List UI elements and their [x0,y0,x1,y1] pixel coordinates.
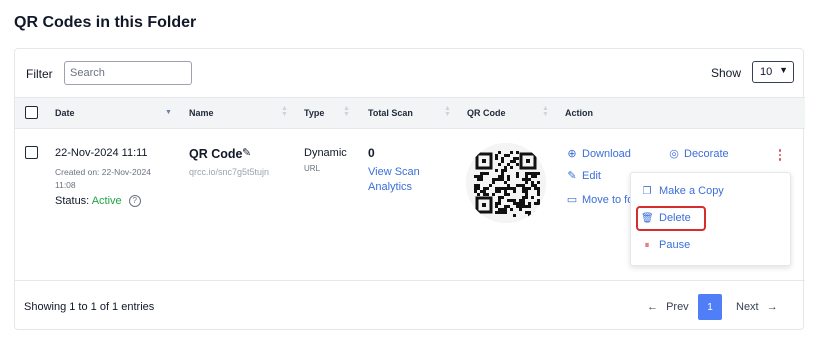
page-1-button[interactable]: 1 [698,294,722,320]
pencil-icon: ✎ [567,170,577,182]
menu-item-delete[interactable]: 🗑 Delete [641,212,691,224]
pause-label: Pause [659,239,691,251]
view-analytics-line2[interactable]: Analytics [368,180,420,195]
row-checkbox[interactable] [25,146,38,159]
row-created-time: 11:08 [55,180,76,190]
download-icon: ⊕ [567,148,577,160]
help-icon[interactable]: ? [128,195,141,207]
column-name[interactable]: Name [189,108,214,118]
page-size-value: 10 [760,66,773,78]
total-scan-value: 0 [368,146,375,160]
view-scan-analytics-link[interactable]: View Scan Analytics [368,165,420,195]
sort-qr-code-icon[interactable]: ▲ ▼ [542,105,549,118]
more-options-menu: ❐ Make a Copy 🗑 Delete ⏸ Pause [630,172,791,266]
make-copy-label: Make a Copy [659,185,724,197]
view-analytics-line1[interactable]: View Scan [368,165,420,180]
menu-item-pause[interactable]: ⏸ Pause [641,239,691,251]
column-total-scan[interactable]: Total Scan [368,108,413,118]
more-options-icon[interactable] [777,149,783,163]
folder-move-icon: ▭ [566,194,578,206]
show-label: Show [711,66,742,80]
next-page-button[interactable]: Next → [736,301,778,313]
arrow-left-icon: ← [647,301,658,313]
qr-short-url: qrcc.io/snc7g5t5tujn [189,167,270,177]
qr-table-card: Filter Show 10 ▼ Date ▼ Name ▲▼ Type ▲▼ … [14,48,805,330]
column-action: Action [565,108,593,118]
column-date[interactable]: Date [55,108,75,118]
table-header: Date ▼ Name ▲ ▼ Type ▲ ▼ Total Scan ▲ ▼ QR … [15,97,805,129]
column-qr-code[interactable]: QR Code [467,108,506,118]
status-badge: Active [91,195,122,207]
next-label: Next [736,301,759,313]
status-label: Status: [55,195,90,207]
copy-icon: ❐ [642,185,652,197]
edit-button[interactable]: ✎ Edit [565,169,601,183]
row-date: 22-Nov-2024 11:11 [55,147,148,159]
download-button[interactable]: ⊕ Download [565,147,631,161]
filter-label: Filter [26,67,53,81]
prev-label: Prev [666,301,689,313]
trash-icon: 🗑 [641,212,654,224]
prev-page-button[interactable]: ← Prev [647,301,689,313]
sort-total-scan-icon[interactable]: ▲ ▼ [444,105,451,118]
page-size-select[interactable]: 10 ▼ [752,61,794,83]
download-label: Download [582,147,631,160]
decorate-button[interactable]: ◎ Decorate [667,147,729,161]
pause-icon: ⏸ [644,239,650,251]
search-input[interactable] [64,61,192,85]
edit-label: Edit [582,169,601,182]
row-created-on: Created on: 22-Nov-2024 [55,167,151,177]
sort-type-icon[interactable]: ▲ ▼ [343,105,350,118]
palette-icon: ◎ [669,148,679,160]
sort-date-icon[interactable]: ▼ [165,106,172,116]
menu-item-make-copy[interactable]: ❐ Make a Copy [641,185,724,197]
qr-type: Dynamic [304,147,347,159]
edit-name-icon[interactable]: ✎ [242,146,251,159]
page-title: QR Codes in this Folder [14,14,197,31]
select-all-checkbox[interactable] [25,106,38,119]
move-to-folder-button[interactable]: ▭ Move to fo [565,193,634,207]
qr-code-image [466,143,546,223]
sort-name-icon[interactable]: ▲ ▼ [281,105,288,118]
delete-label: Delete [659,212,691,224]
entries-info: Showing 1 to 1 of 1 entries [24,301,155,313]
decorate-label: Decorate [684,147,729,160]
qr-type-sub: URL [304,164,321,173]
chevron-down-icon: ▼ [779,65,788,75]
row-status: Status: Active ? [55,195,141,207]
move-label: Move to fo [582,193,634,206]
arrow-right-icon: → [766,301,778,313]
qr-name[interactable]: QR Code [189,147,242,161]
column-type[interactable]: Type [304,108,324,118]
